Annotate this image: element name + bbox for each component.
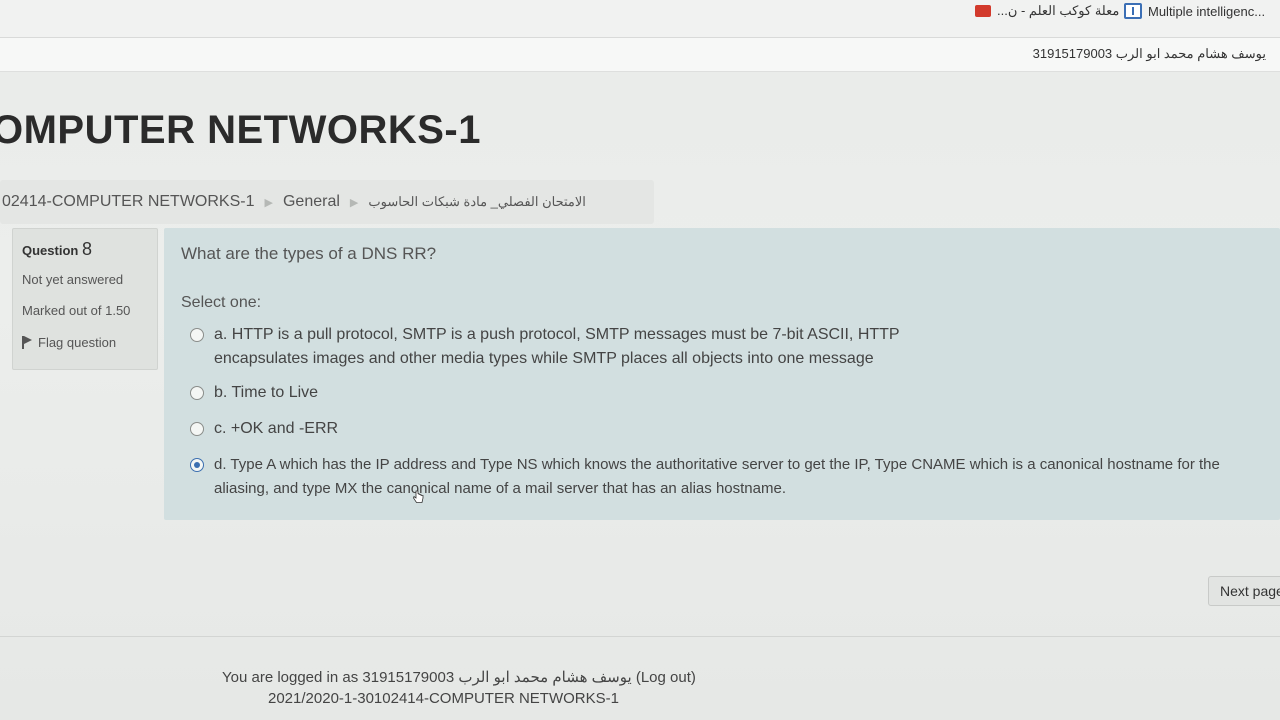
page-title: OMPUTER NETWORKS-1 <box>0 108 481 152</box>
breadcrumb-separator-icon: ▶ <box>349 196 359 209</box>
footer-user-link[interactable]: 31915179003 يوسف هشام محمد ابو الرب <box>362 669 631 686</box>
question-info-panel: Question 8 Not yet answered Marked out o… <box>12 228 158 370</box>
answer-option-a[interactable]: a. HTTP is a pull protocol, SMTP is a pu… <box>190 323 950 371</box>
radio-a[interactable] <box>190 328 204 342</box>
question-number: Question 8 <box>22 239 92 259</box>
answer-text-b: b. Time to Live <box>214 384 319 401</box>
hand-cursor-icon <box>413 490 424 503</box>
document-icon <box>1124 3 1142 19</box>
user-header: يوسف هشام محمد ابو الرب 31915179003 <box>0 38 1280 72</box>
bookmark-item[interactable]: معلة كوكب العلم - ن... <box>975 3 1119 19</box>
bookmark-label: معلة كوكب العلم - ن... <box>997 3 1120 18</box>
footer-divider <box>0 636 1280 637</box>
logout-link[interactable]: (Log out) <box>636 669 696 686</box>
answer-text-c: c. +OK and -ERR <box>214 420 339 437</box>
radio-d[interactable] <box>190 458 204 472</box>
select-one-prompt: Select one: <box>181 294 262 311</box>
bookmark-label: Multiple intelligenc... <box>1148 3 1266 19</box>
bookmark-favicon-icon <box>975 5 991 17</box>
answer-option-b[interactable]: b. Time to Live <box>190 381 318 405</box>
breadcrumb-separator-icon: ▶ <box>264 196 273 209</box>
answer-option-d[interactable]: d. Type A which has the IP address and T… <box>190 453 1270 501</box>
footer-login-info: You are logged in as 31915179003 يوسف هش… <box>222 669 696 686</box>
answer-text-d: d. Type A which has the IP address and T… <box>214 456 1220 497</box>
footer-course-link[interactable]: 2021/2020-1-30102414-COMPUTER NETWORKS-1 <box>268 690 619 707</box>
radio-b[interactable] <box>190 386 204 400</box>
question-state: Not yet answered <box>22 272 124 287</box>
breadcrumb: 02414-COMPUTER NETWORKS-1 ▶ General ▶ ال… <box>0 180 654 224</box>
breadcrumb-section-link[interactable]: General <box>283 193 340 211</box>
bookmark-item[interactable]: Multiple intelligenc... <box>1124 3 1265 19</box>
question-content: What are the types of a DNS RR? Select o… <box>164 228 1280 520</box>
radio-c[interactable] <box>190 422 204 436</box>
user-menu[interactable]: يوسف هشام محمد ابو الرب 31915179003 <box>1033 46 1266 62</box>
bookmarks-bar: معلة كوكب العلم - ن... Multiple intellig… <box>0 0 1280 38</box>
flag-question-button[interactable]: Flag question <box>22 335 157 350</box>
question-grade: Marked out of 1.50 <box>22 303 131 318</box>
next-page-button[interactable]: Next page <box>1208 576 1280 606</box>
answer-option-c[interactable]: c. +OK and -ERR <box>190 417 338 441</box>
breadcrumb-course-link[interactable]: 02414-COMPUTER NETWORKS-1 <box>2 193 255 211</box>
flag-icon <box>22 336 32 349</box>
question-text: What are the types of a DNS RR? <box>181 244 437 263</box>
flag-question-label: Flag question <box>38 335 117 350</box>
answer-text-a: a. HTTP is a pull protocol, SMTP is a pu… <box>214 326 900 367</box>
breadcrumb-quiz-link[interactable]: الامتحان الفصلي_ مادة شبكات الحاسوب <box>368 194 586 210</box>
